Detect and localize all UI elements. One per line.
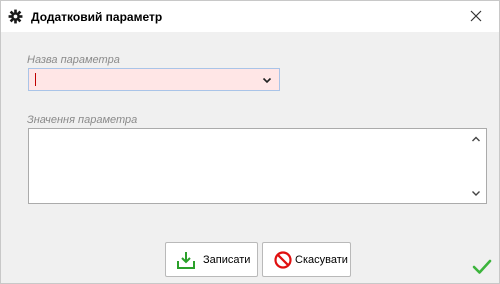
- cancel-button-label: Скасувати: [295, 254, 348, 266]
- text-cursor: [35, 73, 36, 86]
- checkmark-icon[interactable]: [472, 258, 492, 275]
- save-button-label: Записати: [203, 254, 251, 266]
- save-button[interactable]: Записати: [165, 242, 258, 277]
- chevron-down-icon[interactable]: [261, 74, 273, 86]
- no-entry-icon: [273, 250, 293, 270]
- dialog-title: Додатковий параметр: [31, 10, 163, 24]
- parameter-name-combobox[interactable]: [28, 68, 280, 91]
- chevron-up-icon[interactable]: [470, 133, 482, 145]
- close-icon: [470, 10, 482, 25]
- parameter-value-memo[interactable]: [28, 128, 487, 204]
- close-button[interactable]: [465, 6, 487, 28]
- dialog-window: Додатковий параметр Назва параметра Знач…: [0, 0, 500, 284]
- gear-icon: [8, 9, 23, 24]
- value-label: Значення параметра: [27, 114, 138, 126]
- parameter-value-textarea[interactable]: [31, 131, 466, 201]
- parameter-name-input[interactable]: [37, 71, 257, 88]
- chevron-down-icon[interactable]: [470, 187, 482, 199]
- title-bar: Додатковий параметр: [1, 1, 499, 32]
- download-icon: [176, 250, 196, 270]
- name-label: Назва параметра: [27, 54, 120, 66]
- cancel-button[interactable]: Скасувати: [262, 242, 351, 277]
